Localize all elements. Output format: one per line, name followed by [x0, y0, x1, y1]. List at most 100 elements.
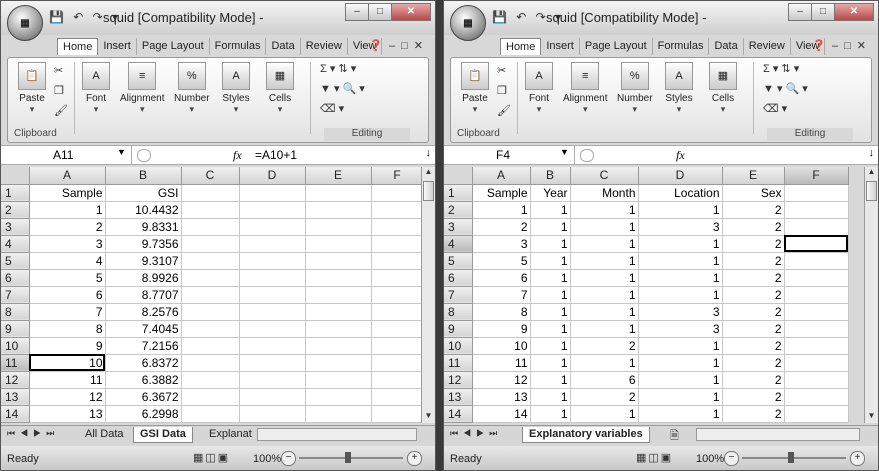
- zoom-slider[interactable]: [299, 457, 403, 459]
- cell[interactable]: [305, 286, 372, 304]
- row-header[interactable]: 14: [1, 405, 30, 423]
- cell[interactable]: 8: [472, 303, 531, 321]
- cell[interactable]: [784, 320, 849, 338]
- column-header[interactable]: A: [472, 167, 531, 185]
- cell[interactable]: 2: [722, 218, 785, 236]
- select-all-corner[interactable]: [1, 167, 30, 185]
- column-header[interactable]: E: [722, 167, 785, 185]
- cell[interactable]: [305, 184, 372, 202]
- cell[interactable]: 6: [29, 286, 106, 304]
- cancel-entry-icon[interactable]: [137, 149, 151, 162]
- cell[interactable]: 1: [570, 252, 639, 270]
- cell[interactable]: 3: [638, 218, 723, 236]
- styles-button[interactable]: A Styles ▾: [665, 62, 693, 115]
- format-painter-icon[interactable]: 🖌: [54, 104, 68, 117]
- row-header[interactable]: 10: [444, 337, 473, 355]
- autosum-icon[interactable]: Σ ▾ ⇅ ▾: [320, 62, 356, 75]
- row-header[interactable]: 7: [1, 286, 30, 304]
- insert-function-icon[interactable]: fx: [676, 148, 685, 163]
- tab-formulas[interactable]: Formulas: [210, 38, 267, 55]
- cell[interactable]: 1: [638, 235, 723, 253]
- cell[interactable]: [181, 286, 240, 304]
- cell[interactable]: [239, 184, 306, 202]
- column-header[interactable]: B: [105, 167, 182, 185]
- cell[interactable]: 2: [570, 337, 639, 355]
- cell[interactable]: [181, 252, 240, 270]
- cell[interactable]: [784, 354, 849, 372]
- column-header[interactable]: D: [638, 167, 723, 185]
- paste-button[interactable]: 📋 Paste ▾: [461, 62, 489, 115]
- zoom-slider[interactable]: [742, 457, 846, 459]
- cell[interactable]: [181, 201, 240, 219]
- cell[interactable]: [181, 388, 240, 406]
- cell[interactable]: 13: [472, 388, 531, 406]
- cell[interactable]: 14: [472, 405, 531, 423]
- tab-insert[interactable]: Insert: [98, 38, 137, 55]
- cell[interactable]: [305, 252, 372, 270]
- vertical-scrollbar[interactable]: ▲ ▼: [864, 167, 878, 423]
- row-header[interactable]: 14: [444, 405, 473, 423]
- cell[interactable]: 9.8331: [105, 218, 182, 236]
- cell[interactable]: [181, 303, 240, 321]
- cell[interactable]: 1: [570, 269, 639, 287]
- sheet-tab-all-data[interactable]: All Data: [79, 427, 130, 442]
- zoom-slider-thumb[interactable]: [788, 452, 794, 463]
- cell[interactable]: [305, 405, 372, 423]
- cell[interactable]: 1: [29, 201, 106, 219]
- zoom-in-icon[interactable]: +: [407, 451, 422, 466]
- row-header[interactable]: 1: [444, 184, 473, 202]
- view-buttons[interactable]: ▦◫▣: [636, 451, 673, 464]
- cells-button[interactable]: ▦ Cells ▾: [266, 62, 294, 115]
- cell[interactable]: 1: [530, 252, 571, 270]
- font-button[interactable]: A Font ▾: [82, 62, 110, 115]
- cell[interactable]: 1: [638, 371, 723, 389]
- column-header[interactable]: E: [305, 167, 372, 185]
- cell[interactable]: 9: [29, 337, 106, 355]
- help-icon[interactable]: ❓–□✕: [812, 39, 872, 52]
- minimize-button[interactable]: –: [345, 3, 369, 21]
- scroll-up-icon[interactable]: ▲: [422, 167, 435, 179]
- font-button[interactable]: A Font ▾: [525, 62, 553, 115]
- cell[interactable]: 10.4432: [105, 201, 182, 219]
- cell[interactable]: 6.2998: [105, 405, 182, 423]
- format-painter-icon[interactable]: 🖌: [497, 104, 511, 117]
- cell[interactable]: 12: [472, 371, 531, 389]
- row-header[interactable]: 4: [1, 235, 30, 253]
- tab-data[interactable]: Data: [266, 38, 301, 55]
- row-header[interactable]: 10: [1, 337, 30, 355]
- cell[interactable]: [371, 252, 424, 270]
- cell[interactable]: [181, 269, 240, 287]
- vertical-scrollbar[interactable]: ▲ ▼: [421, 167, 435, 423]
- cell[interactable]: [239, 269, 306, 287]
- maximize-button[interactable]: □: [811, 3, 835, 21]
- clear-icon[interactable]: ⌫ ▾: [763, 102, 787, 115]
- column-header[interactable]: B: [530, 167, 571, 185]
- active-cell[interactable]: 10: [29, 354, 106, 372]
- cell[interactable]: 10: [472, 337, 531, 355]
- cell[interactable]: [305, 337, 372, 355]
- select-all-corner[interactable]: [444, 167, 473, 185]
- cell[interactable]: 1: [570, 354, 639, 372]
- cell[interactable]: 6: [472, 269, 531, 287]
- row-header[interactable]: 3: [444, 218, 473, 236]
- cell[interactable]: [371, 235, 424, 253]
- cell[interactable]: [371, 184, 424, 202]
- cells-button[interactable]: ▦ Cells ▾: [709, 62, 737, 115]
- cell[interactable]: 1: [530, 303, 571, 321]
- row-header[interactable]: 8: [444, 303, 473, 321]
- zoom-out-icon[interactable]: −: [281, 451, 296, 466]
- styles-button[interactable]: A Styles ▾: [222, 62, 250, 115]
- maximize-button[interactable]: □: [368, 3, 392, 21]
- sheet-tab-explanatory[interactable]: Explanat: [203, 427, 258, 442]
- row-header[interactable]: 6: [1, 269, 30, 287]
- column-header[interactable]: C: [570, 167, 639, 185]
- cell[interactable]: [239, 235, 306, 253]
- row-header[interactable]: 5: [1, 252, 30, 270]
- clear-icon[interactable]: ⌫ ▾: [320, 102, 344, 115]
- cell[interactable]: 1: [570, 405, 639, 423]
- zoom-slider-thumb[interactable]: [345, 452, 351, 463]
- cell[interactable]: 6.3882: [105, 371, 182, 389]
- cell[interactable]: 4: [29, 252, 106, 270]
- cell[interactable]: [181, 354, 240, 372]
- cell[interactable]: [239, 337, 306, 355]
